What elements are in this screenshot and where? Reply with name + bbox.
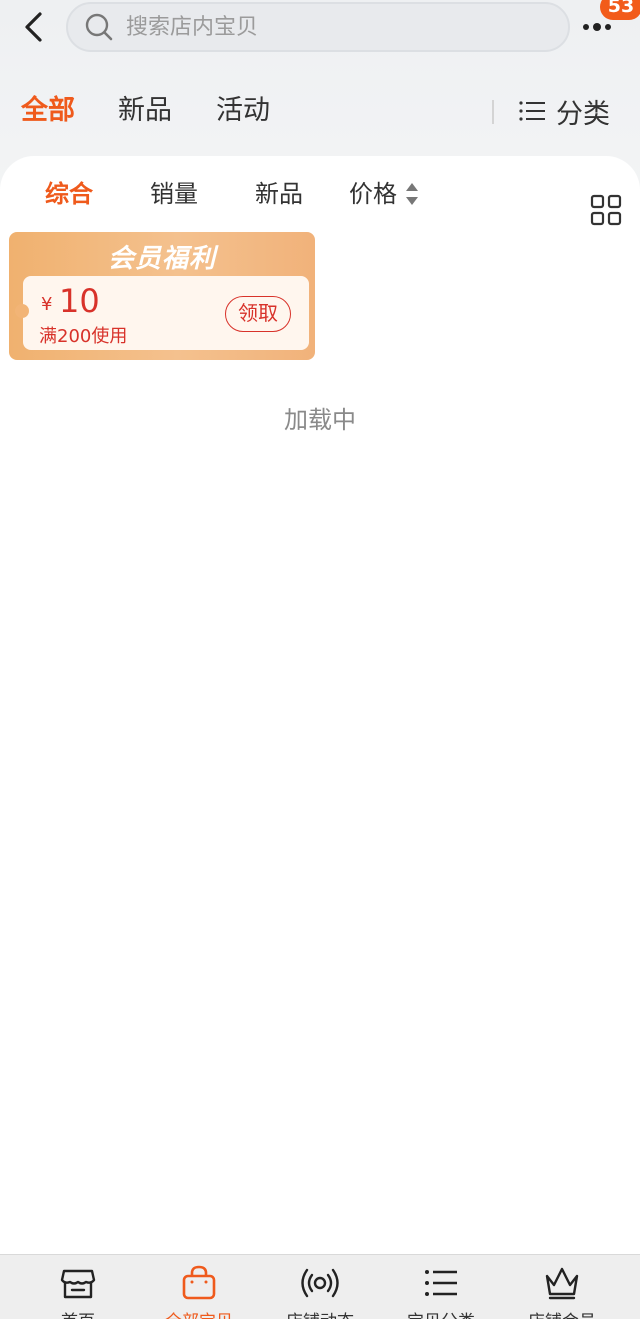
nav-home-label: 首页	[18, 1307, 138, 1319]
product-content: 综合 销量 新品 价格 会员福利 ¥ 10 满200使用 领取 加载中	[0, 156, 640, 1256]
category-label: 分类	[556, 98, 610, 130]
shopping-bag-icon	[182, 1265, 216, 1300]
coupon-title: 会员福利	[107, 244, 216, 274]
member-coupon[interactable]: 会员福利 ¥ 10 满200使用 领取	[9, 232, 315, 360]
back-button[interactable]	[18, 8, 52, 46]
nav-store-member-label: 店铺会员	[502, 1307, 622, 1319]
store-icon	[60, 1269, 96, 1299]
coupon-body: ¥ 10 满200使用 领取	[23, 276, 309, 350]
broadcast-icon	[301, 1268, 339, 1298]
coupon-currency: ¥	[41, 294, 53, 315]
nav-store-member[interactable]: 店铺会员	[502, 1263, 622, 1319]
category-button[interactable]: 分类	[518, 88, 610, 134]
nav-all-items-label: 全部宝贝	[139, 1307, 259, 1319]
header: 53	[0, 0, 640, 56]
coupon-condition: 满200使用	[39, 326, 128, 347]
claim-coupon-button[interactable]: 领取	[225, 296, 291, 332]
tab-new[interactable]: 新品	[118, 88, 172, 127]
sort-comprehensive[interactable]: 综合	[45, 174, 93, 209]
sort-new[interactable]: 新品	[255, 174, 303, 209]
chevron-left-icon	[25, 12, 42, 42]
nav-item-category[interactable]: 宝贝分类	[381, 1263, 501, 1319]
top-tabs: 全部 新品 活动 分类	[0, 88, 640, 134]
nav-store-feed-label: 店铺动态	[260, 1307, 380, 1319]
sort-bar: 综合 销量 新品 价格	[0, 174, 640, 226]
sort-price[interactable]: 价格	[349, 174, 397, 209]
list-icon	[425, 1270, 457, 1296]
grid-view-icon[interactable]	[590, 194, 622, 226]
coupon-notch	[15, 304, 29, 318]
nav-store-feed[interactable]: 店铺动态	[260, 1263, 380, 1319]
crown-icon	[545, 1267, 579, 1300]
search-bar[interactable]	[66, 2, 570, 52]
nav-all-items[interactable]: 全部宝贝	[139, 1263, 259, 1319]
search-icon	[85, 13, 113, 41]
tab-all[interactable]: 全部	[21, 88, 75, 127]
tab-divider	[492, 100, 494, 124]
message-count-badge: 53	[600, 0, 640, 20]
nav-item-category-label: 宝贝分类	[381, 1307, 501, 1319]
bottom-nav: 首页 全部宝贝 店铺动态 宝贝分类 店铺会员	[0, 1254, 640, 1319]
search-input[interactable]	[126, 14, 526, 40]
tab-activity[interactable]: 活动	[216, 88, 270, 127]
sort-arrows-icon[interactable]	[404, 180, 420, 208]
loading-text: 加载中	[284, 406, 356, 434]
sort-sales[interactable]: 销量	[150, 174, 198, 209]
coupon-amount: 10	[59, 282, 100, 320]
nav-home[interactable]: 首页	[18, 1263, 138, 1319]
list-icon	[519, 101, 545, 121]
